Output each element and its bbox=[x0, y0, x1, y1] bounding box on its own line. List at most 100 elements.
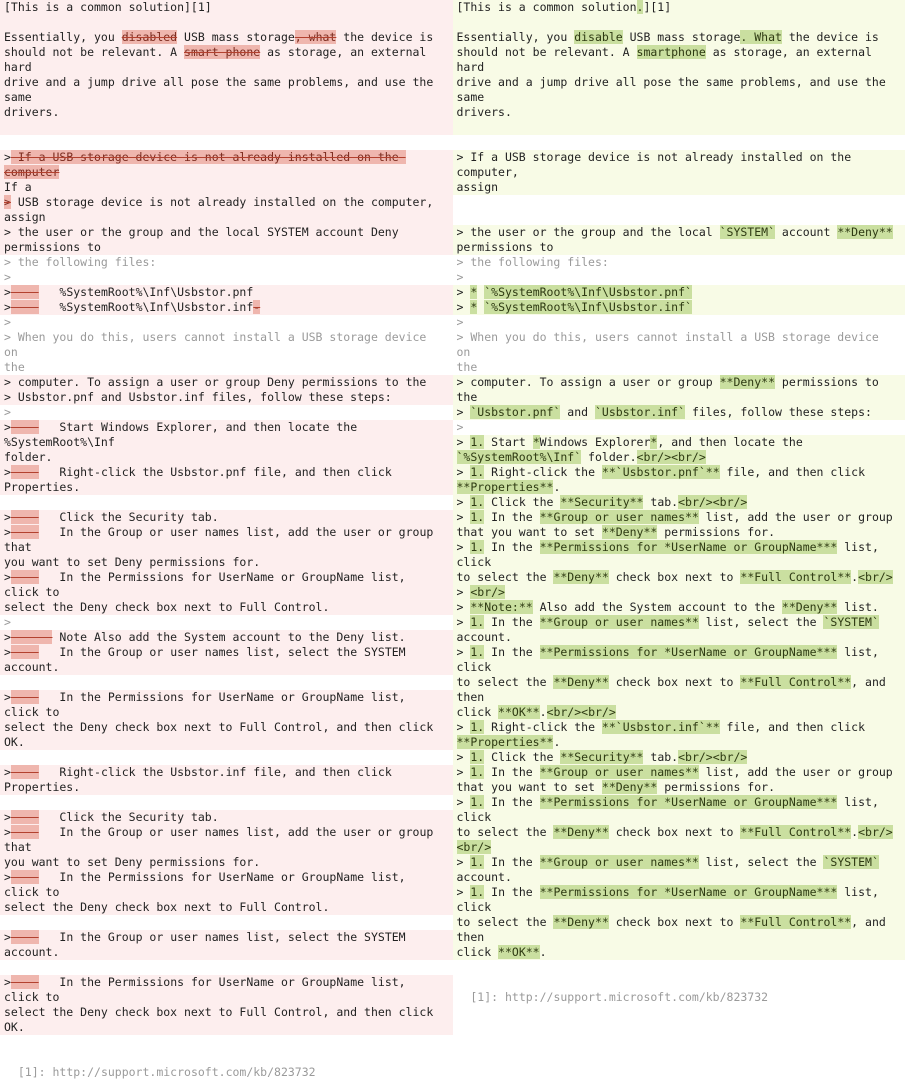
diff-line: > * `%SystemRoot%\Inf\Usbstor.pnf` bbox=[453, 285, 905, 300]
diff-text: Click the Security tab. bbox=[39, 510, 219, 524]
diff-text: > bbox=[4, 615, 11, 629]
diff-line: permissions to bbox=[0, 240, 453, 255]
diff-text: drive and a jump drive all pose the same… bbox=[457, 75, 893, 104]
diff-line: > Click the Security tab. bbox=[0, 810, 453, 825]
inline-addition: **Full Control** bbox=[740, 825, 851, 839]
diff-text: > bbox=[4, 765, 11, 779]
diff-line: [This is a common solution][1] bbox=[0, 0, 453, 15]
diff-line: > * `%SystemRoot%\Inf\Usbstor.inf` bbox=[453, 300, 905, 315]
inline-deletion bbox=[11, 630, 53, 644]
diff-line: > the user or the group and the local `S… bbox=[453, 225, 905, 240]
diff-line bbox=[0, 495, 453, 510]
diff-text: > bbox=[4, 270, 11, 284]
diff-line: > 1. In the **Group or user names** list… bbox=[453, 765, 905, 780]
diff-line: drive and a jump drive all pose the same… bbox=[453, 75, 905, 105]
inline-addition: 1. bbox=[470, 645, 484, 659]
diff-text: Click the bbox=[484, 495, 560, 509]
diff-text: > the following files: bbox=[457, 255, 609, 269]
diff-text: > bbox=[457, 300, 471, 314]
inline-addition: . What bbox=[740, 30, 782, 44]
inline-deletion bbox=[11, 870, 39, 884]
diff-line: > bbox=[0, 315, 453, 330]
diff-text: > bbox=[457, 645, 471, 659]
diff-text: list. bbox=[837, 600, 879, 614]
diff-text: that you want to set bbox=[457, 780, 602, 794]
diff-text: Start bbox=[484, 435, 532, 449]
inline-deletion bbox=[11, 285, 39, 299]
diff-line: > 1. In the **Permissions for *UserName … bbox=[453, 540, 905, 570]
diff-text: check box next to bbox=[609, 570, 741, 584]
diff-text: you want to set Deny permissions for. bbox=[4, 855, 260, 869]
diff-line: > bbox=[0, 405, 453, 420]
inline-addition: **Permissions for *UserName or GroupName… bbox=[540, 645, 838, 659]
diff-text: to select the bbox=[457, 915, 554, 929]
inline-addition: **Group or user names** bbox=[540, 855, 699, 869]
diff-line bbox=[453, 15, 905, 30]
inline-addition: **OK** bbox=[498, 705, 540, 719]
diff-text: In the Permissions for UserName or Group… bbox=[4, 690, 413, 719]
inline-deletion bbox=[11, 645, 39, 659]
diff-text: > bbox=[457, 750, 471, 764]
diff-text: In the bbox=[484, 885, 539, 899]
inline-addition: **Permissions for *UserName or GroupName… bbox=[540, 885, 838, 899]
diff-text: list, select the bbox=[699, 855, 824, 869]
diff-text: to select the bbox=[457, 825, 554, 839]
diff-line: > computer. To assign a user or group De… bbox=[0, 375, 453, 390]
diff-text: check box next to bbox=[609, 915, 741, 929]
diff-text: select the Deny check box next to Full C… bbox=[4, 1005, 440, 1034]
inline-deletion bbox=[11, 525, 39, 539]
inline-addition: 1. bbox=[470, 795, 484, 809]
diff-line: If a bbox=[0, 180, 453, 195]
diff-line: **Properties**. bbox=[453, 735, 905, 750]
diff-line: > In the Permissions for UserName or Gro… bbox=[0, 570, 453, 600]
diff-text: and bbox=[560, 405, 595, 419]
diff-text: In the Group or user names list, select … bbox=[4, 930, 413, 959]
diff-line bbox=[0, 135, 453, 150]
diff-text: drive and a jump drive all pose the same… bbox=[4, 75, 440, 104]
diff-line: > 1. In the **Group or user names** list… bbox=[453, 615, 905, 630]
diff-line: drivers. bbox=[453, 105, 905, 120]
diff-line: to select the **Deny** check box next to… bbox=[453, 570, 905, 585]
diff-text: > bbox=[4, 510, 11, 524]
inline-addition: <br/><br/> bbox=[678, 495, 747, 509]
inline-addition: **Full Control** bbox=[740, 570, 851, 584]
diff-line: Essentially, you disable USB mass storag… bbox=[453, 30, 905, 45]
diff-line: select the Deny check box next to Full C… bbox=[0, 600, 453, 615]
inline-addition: **Group or user names** bbox=[540, 765, 699, 779]
inline-addition: **Permissions for *UserName or GroupName… bbox=[540, 540, 838, 554]
inline-addition: <br/><br/> bbox=[637, 450, 706, 464]
diff-text: Also add the System account to the bbox=[533, 600, 782, 614]
diff-line: > bbox=[453, 315, 905, 330]
diff-line: > **Note:** Also add the System account … bbox=[453, 600, 905, 615]
inline-addition: **Group or user names** bbox=[540, 615, 699, 629]
diff-text: > When you do this, users cannot install… bbox=[457, 330, 886, 359]
inline-addition: <br/><br/> bbox=[547, 705, 616, 719]
diff-line: to select the **Deny** check box next to… bbox=[453, 675, 905, 705]
diff-line: > 1. Right-click the **`Usbstor.inf`** f… bbox=[453, 720, 905, 735]
inline-deletion: disabled bbox=[122, 30, 177, 44]
inline-addition: <br/> bbox=[858, 570, 893, 584]
diff-text: drivers. bbox=[457, 105, 512, 119]
diff-text: ][1] bbox=[643, 0, 671, 14]
diff-text: %SystemRoot%\Inf\Usbstor.inf bbox=[39, 300, 254, 314]
diff-text: list, select the bbox=[699, 615, 824, 629]
diff-line: > 1. In the **Permissions for *UserName … bbox=[453, 885, 905, 915]
diff-line bbox=[453, 195, 905, 210]
diff-line: > Usbstor.pnf and Usbstor.inf files, fol… bbox=[0, 390, 453, 405]
diff-text: tab. bbox=[643, 750, 678, 764]
inline-deletion bbox=[11, 510, 39, 524]
diff-line: **Properties**. bbox=[453, 480, 905, 495]
diff-text: > computer. To assign a user or group bbox=[457, 375, 720, 389]
diff-text: > computer. To assign a user or group De… bbox=[4, 375, 426, 389]
diff-line: > `Usbstor.pnf` and `Usbstor.inf` files,… bbox=[453, 405, 905, 420]
diff-text: list, add the user or group bbox=[699, 765, 893, 779]
diff-text: In the bbox=[484, 510, 539, 524]
inline-deletion bbox=[11, 765, 39, 779]
diff-text: should not be relevant. A bbox=[457, 45, 637, 59]
diff-text: > the following files: bbox=[4, 255, 156, 269]
diff-text: > bbox=[457, 855, 471, 869]
inline-addition: disable bbox=[574, 30, 622, 44]
inline-addition: `SYSTEM` bbox=[823, 615, 878, 629]
diff-text: > bbox=[457, 270, 464, 284]
diff-line: select the Deny check box next to Full C… bbox=[0, 720, 453, 750]
